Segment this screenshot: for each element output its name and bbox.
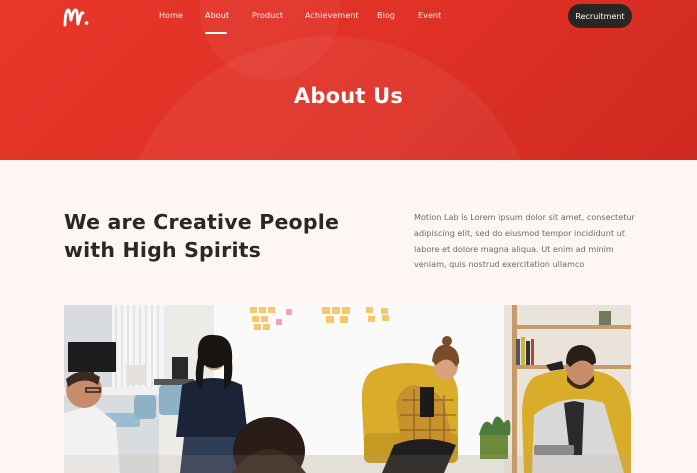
- intro-heading-line1: We are Creative People: [64, 210, 340, 234]
- nav-item-achievement[interactable]: Achievement: [305, 11, 359, 20]
- nav-item-blog[interactable]: Blog: [377, 11, 395, 20]
- nav-item-event[interactable]: Event: [418, 11, 441, 20]
- intro-heading-line2: with High Spirits: [64, 238, 262, 262]
- page-title: About Us: [293, 84, 404, 108]
- nav-item-product[interactable]: Product: [252, 11, 283, 20]
- active-nav-indicator: [205, 32, 227, 34]
- nav-item-home[interactable]: Home: [159, 11, 183, 20]
- intro-heading: We are Creative People with High Spirits: [64, 208, 364, 264]
- photo-illustration: [64, 305, 631, 473]
- team-meeting-photo: [64, 305, 631, 473]
- intro-paragraph: Motion Lab is Lorem ipsum dolor sit amet…: [414, 212, 635, 270]
- nav-item-about[interactable]: About: [205, 11, 229, 20]
- hero-banner: Home About Product Achievement Blog Even…: [0, 0, 697, 160]
- recruitment-button[interactable]: Recruitment: [568, 4, 632, 28]
